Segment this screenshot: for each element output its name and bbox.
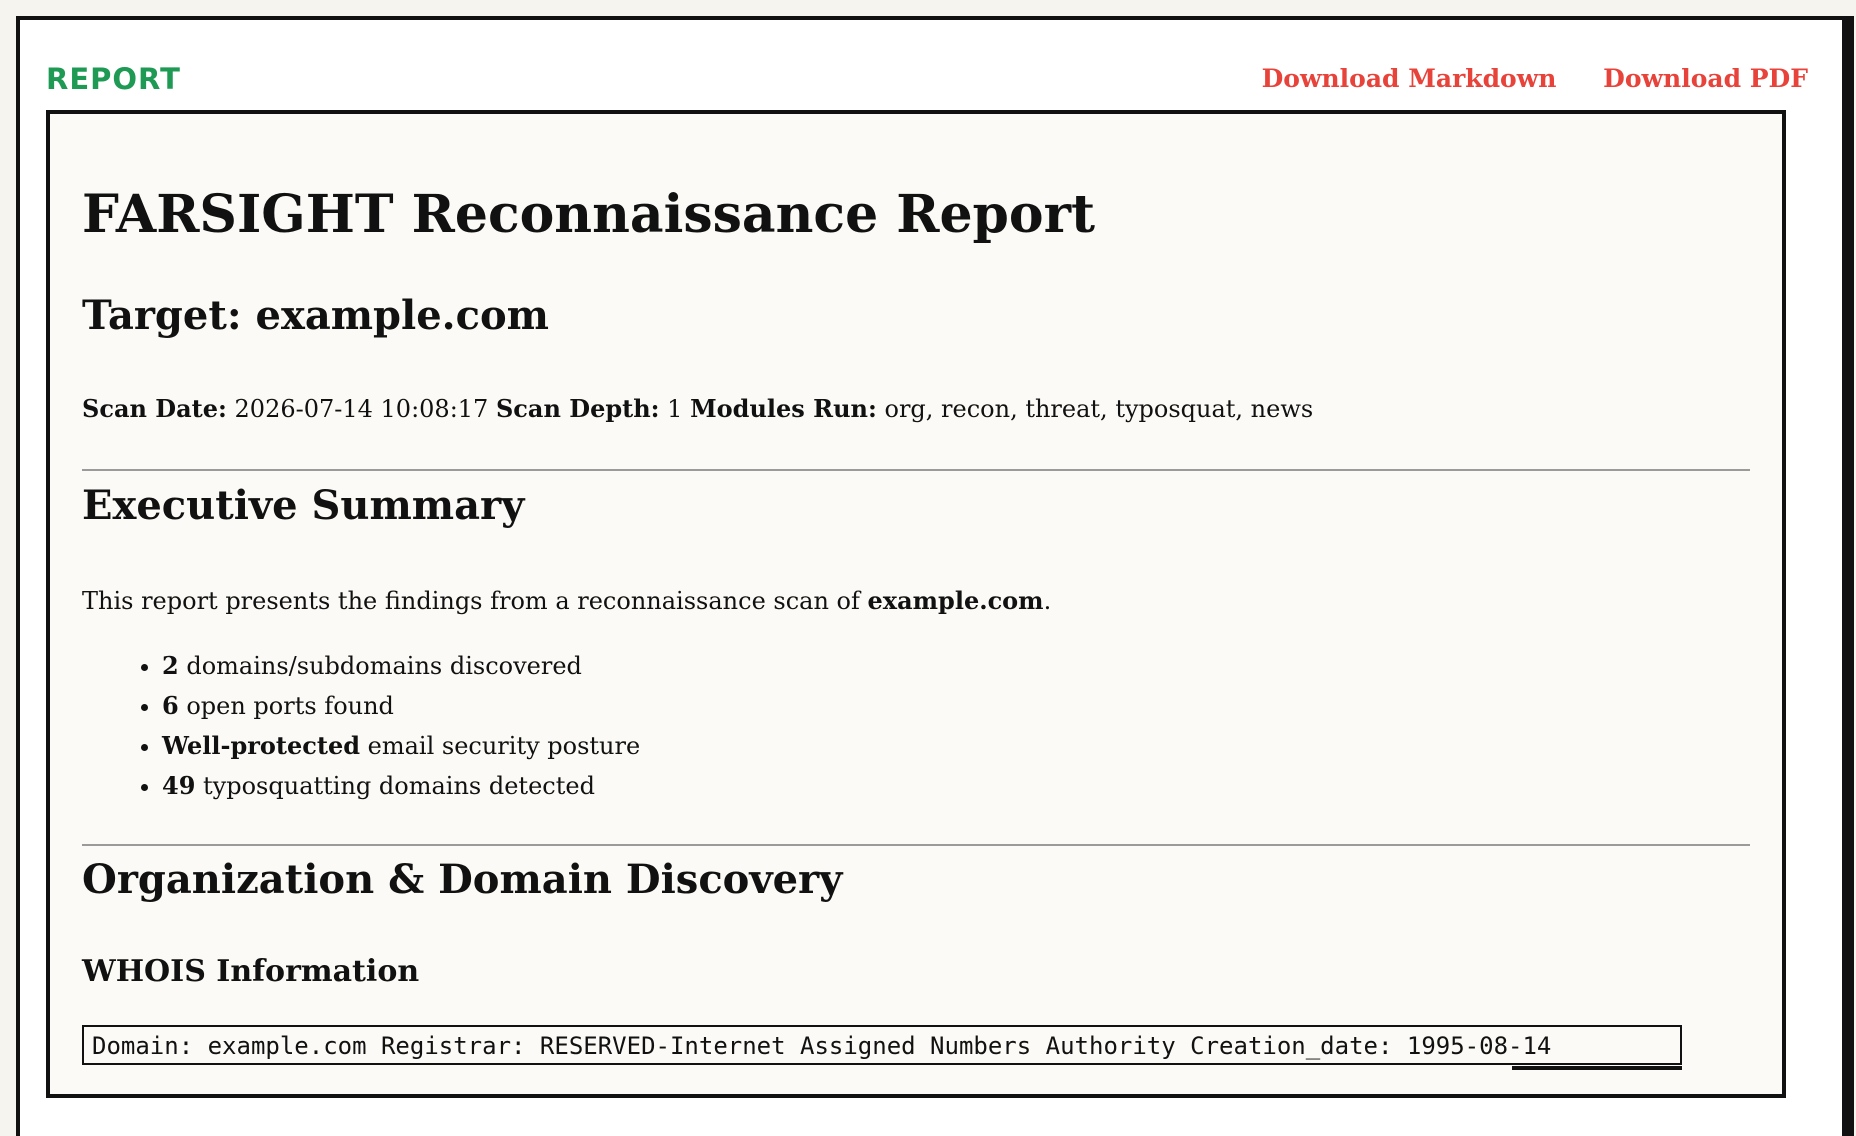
scan-date-label: Scan Date: [82,394,227,423]
download-links: Download Markdown Download PDF [1224,64,1808,93]
list-item: 49 typosquatting domains detected [162,766,640,806]
executive-summary-heading: Executive Summary [82,482,525,529]
list-item-strong: Well-protected [162,731,360,760]
target-heading: Target: example.com [82,292,549,339]
whois-heading: WHOIS Information [82,954,420,989]
code-block-scrollbar[interactable] [1512,1066,1682,1070]
divider [82,469,1750,471]
scan-date-value: 2026-07-14 10:08:17 [234,395,489,423]
summary-intro: This report presents the findings from a… [82,586,1051,615]
download-markdown-link[interactable]: Download Markdown [1262,64,1557,93]
whois-code-block[interactable]: Domain: example.com Registrar: RESERVED-… [82,1025,1682,1065]
intro-prefix: This report presents the findings from a… [82,587,868,615]
list-item-strong: 49 [162,771,196,800]
download-pdf-link[interactable]: Download PDF [1603,64,1808,93]
intro-target: example.com [867,586,1044,615]
list-item-text: typosquatting domains detected [195,772,595,800]
modules-label: Modules Run: [690,394,877,423]
scan-depth-value: 1 [667,395,683,423]
list-item-strong: 6 [162,691,179,720]
org-discovery-heading: Organization & Domain Discovery [82,856,843,903]
intro-suffix: . [1043,587,1052,615]
list-item: 2 domains/subdomains discovered [162,646,640,686]
list-item-strong: 2 [162,651,179,680]
list-item-text: domains/subdomains discovered [178,652,582,680]
summary-list: 2 domains/subdomains discovered 6 open p… [82,646,640,806]
list-item-text: open ports found [178,692,394,720]
modules-value: org, recon, threat, typosquat, news [884,395,1314,423]
top-bar: REPORT Download Markdown Download PDF [46,44,1808,96]
divider [82,844,1750,846]
list-item: 6 open ports found [162,686,640,726]
list-item-text: email security posture [360,732,641,760]
list-item: Well-protected email security posture [162,726,640,766]
brand-logo: REPORT [46,62,181,96]
report-title: FARSIGHT Reconnaissance Report [82,184,1096,245]
report-document[interactable]: FARSIGHT Reconnaissance Report Target: e… [46,110,1786,1098]
scan-depth-label: Scan Depth: [495,394,660,423]
scan-meta: Scan Date: 2026-07-14 10:08:17 Scan Dept… [82,394,1313,423]
